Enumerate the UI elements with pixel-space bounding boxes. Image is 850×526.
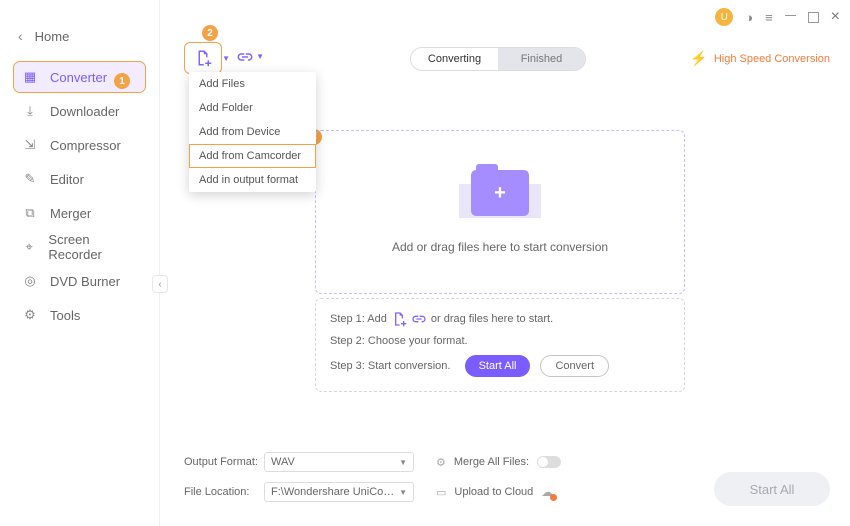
tab-finished[interactable]: Finished xyxy=(498,48,585,70)
gear-icon[interactable]: ⚙ xyxy=(436,456,446,469)
sidebar-item-label: Converter xyxy=(50,70,107,85)
sidebar-item-label: DVD Burner xyxy=(50,274,120,289)
step-2-text: Step 2: Choose your format. xyxy=(330,335,468,347)
tools-icon: ⚙ xyxy=(22,307,38,323)
sidebar-item-dvd-burner[interactable]: ◎ DVD Burner xyxy=(14,266,145,296)
dropdown-add-files[interactable]: Add Files xyxy=(189,72,316,96)
dropdown-add-in-output-format[interactable]: Add in output format xyxy=(189,168,316,192)
merger-icon: ⧉ xyxy=(22,205,38,221)
dropdown-add-folder[interactable]: Add Folder xyxy=(189,96,316,120)
step-1-row: Step 1: Add or drag files here to start. xyxy=(330,311,670,327)
sidebar-item-screen-recorder[interactable]: ⌖ Screen Recorder xyxy=(14,232,145,262)
dvd-burner-icon: ◎ xyxy=(22,273,38,289)
sidebar-item-merger[interactable]: ⧉ Merger xyxy=(14,198,145,228)
add-files-button[interactable]: ▼ xyxy=(184,42,222,74)
file-location-label: File Location: xyxy=(184,486,264,498)
editor-icon: ✎ xyxy=(22,171,38,187)
convert-button[interactable]: Convert xyxy=(540,355,609,377)
output-format-value: WAV xyxy=(271,456,295,468)
sidebar-item-label: Tools xyxy=(50,308,80,323)
cloud-icon[interactable]: ☁ xyxy=(541,485,553,499)
sidebar-item-label: Compressor xyxy=(50,138,121,153)
link-add-icon[interactable] xyxy=(411,311,427,327)
sidebar-collapse-button[interactable]: ‹ xyxy=(152,275,168,293)
dropzone-text: Add or drag files here to start conversi… xyxy=(392,240,608,254)
steps-panel: Step 1: Add or drag files here to start.… xyxy=(315,298,685,392)
merge-label: Merge All Files: xyxy=(454,456,529,468)
high-speed-link[interactable]: ⚡ High Speed Conversion xyxy=(690,50,830,67)
step-3-row: Step 3: Start conversion. Start All Conv… xyxy=(330,355,670,377)
nav-home-label: Home xyxy=(35,29,70,44)
chevron-down-icon: ▼ xyxy=(399,488,407,497)
bolt-icon: ⚡ xyxy=(690,50,707,67)
file-location-select[interactable]: F:\Wondershare UniConverter 1 ▼ xyxy=(264,482,414,502)
converter-icon: ▦ xyxy=(22,69,38,85)
sidebar-item-editor[interactable]: ✎ Editor xyxy=(14,164,145,194)
sidebar: ‹ Home ▦ Converter ⤓ Downloader ⇲ Compre… xyxy=(0,0,160,526)
step-badge-1: 1 xyxy=(114,73,130,89)
chevron-left-icon: ‹ xyxy=(18,28,23,44)
step-1b-text: or drag files here to start. xyxy=(431,313,553,325)
sidebar-item-label: Merger xyxy=(50,206,91,221)
step-1a-text: Step 1: Add xyxy=(330,313,387,325)
link-add-icon xyxy=(236,48,254,66)
dropdown-add-from-device[interactable]: Add from Device xyxy=(189,120,316,144)
chevron-down-icon: ▼ xyxy=(222,54,230,63)
start-all-button[interactable]: Start All xyxy=(714,472,830,506)
output-format-row: Output Format: WAV ▼ ⚙ Merge All Files: xyxy=(184,452,830,472)
output-format-select[interactable]: WAV ▼ xyxy=(264,452,414,472)
toolbar: ▼ ▼ xyxy=(184,42,254,74)
tabs: Converting Finished xyxy=(410,47,586,71)
output-format-label: Output Format: xyxy=(184,456,264,468)
sidebar-item-label: Editor xyxy=(50,172,84,187)
file-add-icon xyxy=(194,49,212,67)
chevron-down-icon: ▼ xyxy=(256,52,264,61)
screen-recorder-icon: ⌖ xyxy=(22,239,36,255)
upload-label: Upload to Cloud xyxy=(454,486,533,498)
downloader-icon: ⤓ xyxy=(22,103,38,119)
step-2-row: Step 2: Choose your format. xyxy=(330,335,670,347)
dropdown-add-from-camcorder[interactable]: Add from Camcorder xyxy=(189,144,316,168)
sidebar-item-label: Screen Recorder xyxy=(48,232,137,262)
sidebar-item-downloader[interactable]: ⤓ Downloader xyxy=(14,96,145,126)
file-add-icon[interactable] xyxy=(391,311,407,327)
folder-icon[interactable]: ▭ xyxy=(436,486,446,499)
compressor-icon: ⇲ xyxy=(22,137,38,153)
step-3-text: Step 3: Start conversion. xyxy=(330,360,450,372)
sidebar-item-compressor[interactable]: ⇲ Compressor xyxy=(14,130,145,160)
merge-toggle[interactable] xyxy=(537,456,561,468)
start-all-small-button[interactable]: Start All xyxy=(465,355,531,377)
chevron-down-icon: ▼ xyxy=(399,458,407,467)
dropzone[interactable]: Add or drag files here to start conversi… xyxy=(315,130,685,294)
tab-converting[interactable]: Converting xyxy=(411,48,498,70)
folder-add-icon xyxy=(471,170,529,216)
add-url-button[interactable]: ▼ xyxy=(236,48,254,69)
add-dropdown: Add Files Add Folder Add from Device Add… xyxy=(189,72,316,192)
nav-home[interactable]: ‹ Home xyxy=(18,28,141,44)
high-speed-label: High Speed Conversion xyxy=(714,53,830,65)
sidebar-item-tools[interactable]: ⚙ Tools xyxy=(14,300,145,330)
file-location-value: F:\Wondershare UniConverter 1 xyxy=(271,486,399,498)
sidebar-item-label: Downloader xyxy=(50,104,119,119)
